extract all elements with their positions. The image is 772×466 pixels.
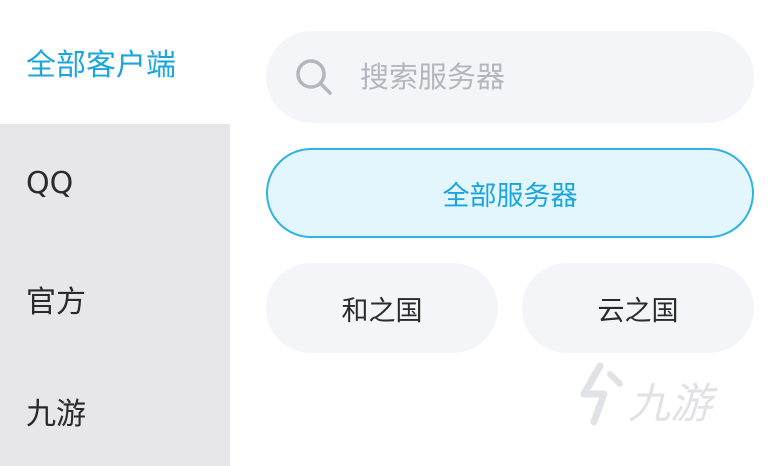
server-picker: 全部客户端 QQ 官方 九游 全部服务器 和之国 云之国 — [0, 0, 772, 466]
sidebar-item-label: 全部客户端 — [26, 48, 176, 83]
jiuyou-logo-icon — [580, 362, 623, 426]
sidebar-item-label: 九游 — [26, 397, 86, 432]
sidebar-item-qq[interactable]: QQ — [0, 124, 230, 242]
search-icon — [294, 57, 334, 97]
all-servers-button[interactable]: 全部服务器 — [266, 148, 754, 238]
sidebar-item-official[interactable]: 官方 — [0, 242, 230, 356]
server-chip-wano[interactable]: 和之国 — [266, 263, 498, 353]
search-input[interactable] — [358, 59, 722, 95]
sidebar-item-all-clients[interactable]: 全部客户端 — [0, 0, 230, 124]
all-servers-label: 全部服务器 — [442, 180, 578, 212]
server-chip-label: 和之国 — [341, 295, 423, 327]
server-chip-cloud[interactable]: 云之国 — [522, 263, 754, 353]
server-chip-label: 云之国 — [597, 295, 679, 327]
search-box[interactable] — [266, 31, 754, 123]
sidebar-item-label: QQ — [26, 165, 74, 201]
client-sidebar: 全部客户端 QQ 官方 九游 — [0, 0, 230, 466]
jiuyou-watermark: 九游 — [570, 360, 740, 430]
sidebar-item-label: 官方 — [26, 285, 86, 320]
sidebar-item-jiuyou[interactable]: 九游 — [0, 356, 230, 466]
watermark-text: 九游 — [628, 379, 713, 428]
